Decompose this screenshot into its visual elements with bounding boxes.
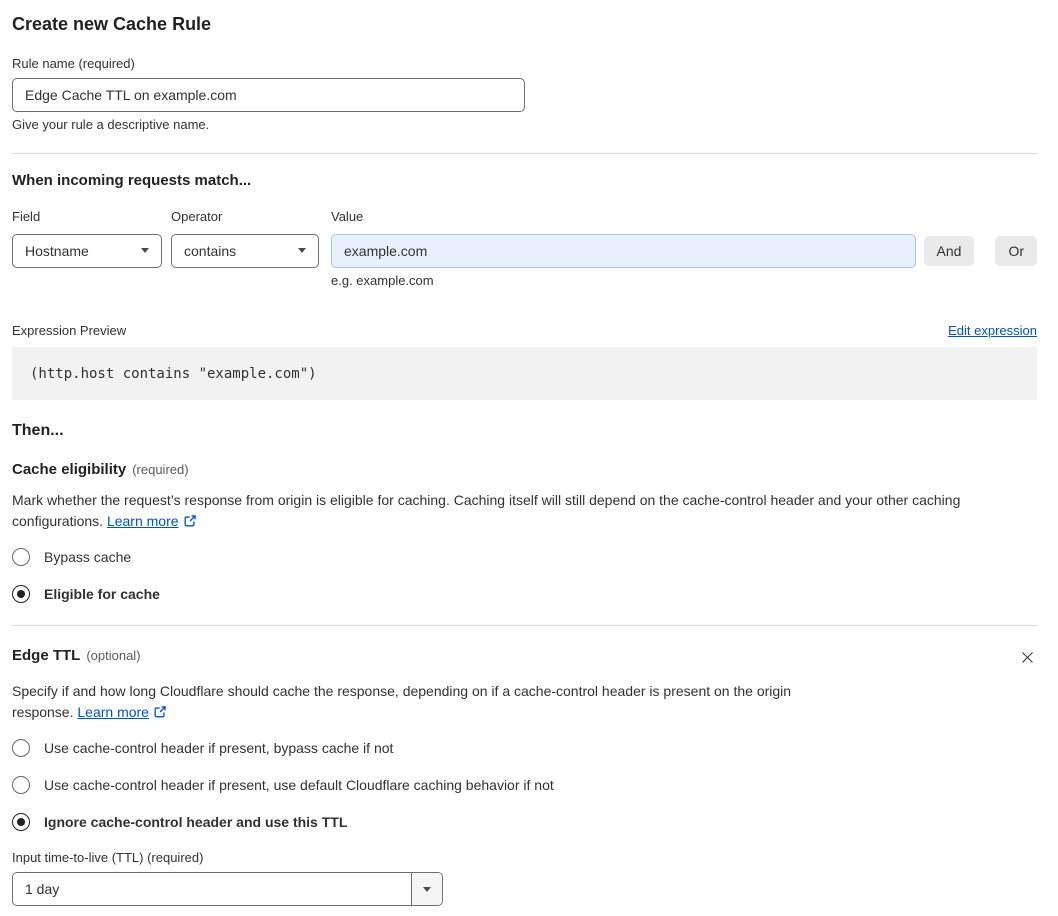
page-title: Create new Cache Rule (12, 14, 212, 34)
ttl-label: Input time-to-live (TTL) (required) (12, 850, 204, 865)
then-heading: Then... (12, 422, 64, 439)
cache-eligibility-header: Cache eligibility (required) (12, 461, 1037, 479)
cache-eligibility-title: Cache eligibility (12, 461, 127, 478)
learn-more-link[interactable]: Learn more (107, 513, 197, 529)
value-label: Value (331, 209, 364, 224)
value-help: e.g. example.com (331, 273, 434, 288)
radio-icon (12, 739, 30, 757)
operator-select[interactable]: contains (171, 234, 319, 268)
operator-label: Operator (171, 209, 223, 224)
create-cache-rule-form: Create new Cache Rule Rule name (require… (0, 0, 1058, 916)
required-qualifier: (required) (132, 462, 189, 477)
radio-ignore-cache-control[interactable]: Ignore cache-control header and use this… (12, 812, 1037, 832)
or-button[interactable]: Or (995, 236, 1037, 266)
close-button[interactable] (1018, 648, 1037, 670)
edge-ttl-title: Edge TTL (12, 647, 81, 664)
and-button[interactable]: And (923, 236, 975, 266)
operator-select-value: contains (184, 243, 237, 259)
radio-icon (12, 548, 30, 566)
chevron-down-icon (298, 248, 306, 253)
edge-ttl-description: Specify if and how long Cloudflare shoul… (12, 681, 852, 723)
dropdown-arrow-icon (423, 886, 431, 892)
chevron-down-icon (141, 248, 149, 253)
radio-eligible-for-cache[interactable]: Eligible for cache (12, 584, 1037, 604)
external-link-icon (154, 706, 166, 718)
expression-code: (http.host contains "example.com") (30, 365, 317, 382)
field-label: Field (12, 209, 41, 224)
ttl-combobox[interactable]: 1 day (12, 872, 443, 906)
optional-qualifier: (optional) (86, 648, 141, 663)
external-link-icon (184, 515, 196, 527)
ttl-value: 1 day (25, 881, 60, 897)
radio-selected-icon (12, 585, 30, 603)
section-divider (12, 153, 1037, 154)
rule-name-input[interactable] (12, 78, 525, 112)
value-input[interactable] (331, 234, 916, 268)
edit-expression-link[interactable]: Edit expression (948, 323, 1037, 338)
field-select[interactable]: Hostname (12, 234, 162, 268)
radio-cache-control-bypass[interactable]: Use cache-control header if present, byp… (12, 738, 1037, 758)
radio-cache-control-default[interactable]: Use cache-control header if present, use… (12, 775, 1037, 795)
expression-code-block: (http.host contains "example.com") (12, 347, 1037, 400)
match-heading: When incoming requests match... (12, 172, 252, 189)
close-icon (1022, 652, 1033, 663)
rule-name-label: Rule name (required) (12, 56, 135, 71)
radio-bypass-cache[interactable]: Bypass cache (12, 547, 1037, 567)
learn-more-link[interactable]: Learn more (77, 704, 167, 720)
ttl-dropdown-button[interactable] (411, 873, 442, 905)
field-select-value: Hostname (25, 243, 89, 259)
edge-ttl-header: Edge TTL (optional) (12, 647, 1037, 670)
match-condition-row: Field Hostname Operator contains Value e… (12, 209, 1037, 288)
radio-icon (12, 776, 30, 794)
expression-preview-row: Expression Preview Edit expression (12, 323, 1037, 338)
section-divider (12, 625, 1037, 626)
cache-eligibility-description: Mark whether the request’s response from… (12, 490, 1037, 532)
rule-name-help: Give your rule a descriptive name. (12, 117, 210, 132)
expression-preview-label: Expression Preview (12, 323, 127, 338)
radio-selected-icon (12, 813, 30, 831)
